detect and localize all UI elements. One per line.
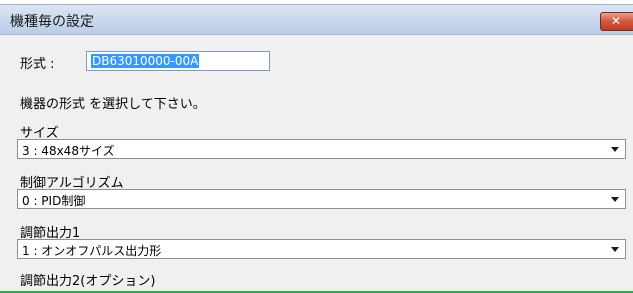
output1-dropdown[interactable]: 1 : オンオフパルス出力形 [17,239,626,259]
output1-dropdown-value: 1 : オンオフパルス出力形 [22,244,162,258]
dialog-content: 形式 : DB63010000-00A 機器の形式 を選択して下さい。 サイズ … [0,35,633,293]
algorithm-dropdown[interactable]: 0 : PID制御 [17,189,626,209]
instruction-text: 機器の形式 を選択して下さい。 [20,97,206,112]
size-dropdown[interactable]: 3 : 48x48サイズ [17,139,626,159]
algorithm-dropdown-value: 0 : PID制御 [22,194,86,208]
close-icon: ✕ [611,14,622,28]
format-input[interactable]: DB63010000-00A [86,51,270,71]
format-input-value: DB63010000-00A [91,54,200,68]
title-bar[interactable]: 機種毎の設定 ✕ [0,4,633,35]
chevron-down-icon[interactable] [611,147,619,152]
clipped-text-fragment [18,0,98,2]
chevron-down-icon[interactable] [611,247,619,252]
size-dropdown-value: 3 : 48x48サイズ [22,144,115,158]
format-label: 形式 : [20,57,55,72]
output2-label: 調節出力2(オプション) [20,274,156,289]
window-title: 機種毎の設定 [10,14,94,30]
chevron-down-icon[interactable] [611,197,619,202]
close-button[interactable]: ✕ [600,12,633,31]
